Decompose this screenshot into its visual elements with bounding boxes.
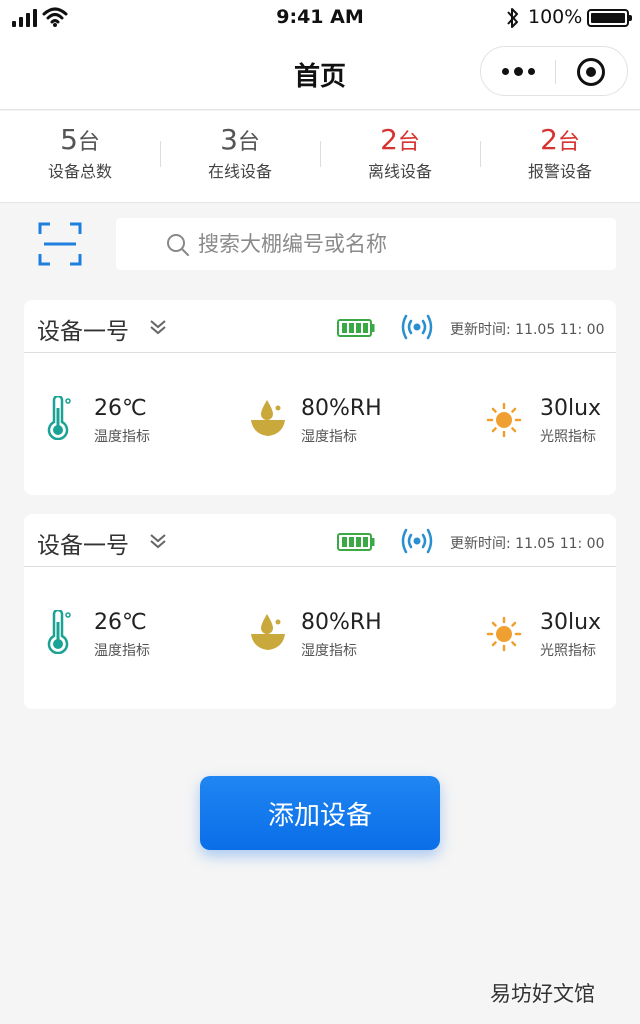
wireless-signal-icon (401, 314, 433, 340)
battery-percentage: 100% (528, 6, 583, 28)
metric-value: 30lux (540, 396, 602, 421)
add-device-button[interactable]: 添加设备 (200, 776, 440, 850)
chevron-double-down-icon[interactable] (148, 317, 168, 337)
nav-bar: 首页 (0, 36, 640, 110)
battery-icon (337, 319, 375, 337)
device-card[interactable]: 设备一号 更新时间: 11.05 11: 00 26℃ 温度指标 80%RH 湿… (24, 514, 616, 709)
metric-value: 26℃ (94, 396, 147, 421)
capsule-divider (555, 60, 556, 84)
stat-total-devices[interactable]: 5台 设备总数 (0, 111, 160, 202)
status-bar: 9:41 AM 100% (0, 0, 640, 36)
search-icon (167, 234, 189, 256)
sun-icon (486, 402, 522, 438)
device-card-header: 设备一号 更新时间: 11.05 11: 00 (24, 514, 616, 567)
metric-value: 80%RH (301, 396, 382, 421)
search-box[interactable] (116, 218, 616, 270)
stat-value: 2台 (380, 123, 420, 156)
sun-icon (486, 616, 522, 652)
stat-value: 5台 (60, 123, 100, 156)
battery-icon (337, 533, 375, 551)
device-card-header: 设备一号 更新时间: 11.05 11: 00 (24, 300, 616, 353)
humidity-drop-icon (251, 400, 285, 436)
device-name: 设备一号 (37, 533, 129, 559)
humidity-drop-icon (251, 614, 285, 650)
update-time: 更新时间: 11.05 11: 00 (450, 536, 605, 552)
metric-label: 温度指标 (94, 643, 150, 659)
stat-value: 2台 (540, 123, 580, 156)
stat-label: 报警设备 (527, 162, 592, 181)
metric-value: 30lux (540, 610, 602, 635)
close-mini-program-button[interactable] (577, 58, 605, 86)
stat-alarm-devices[interactable]: 2台 报警设备 (480, 111, 640, 202)
stat-value: 3台 (220, 123, 260, 156)
metric-value: 80%RH (301, 610, 382, 635)
metric-label: 光照指标 (540, 429, 596, 445)
stat-online-devices[interactable]: 3台 在线设备 (160, 111, 320, 202)
metric-label: 温度指标 (94, 429, 150, 445)
metric-label: 光照指标 (540, 643, 596, 659)
thermometer-icon (47, 396, 71, 440)
update-time: 更新时间: 11.05 11: 00 (450, 322, 605, 338)
watermark: 易坊好文馆 (490, 982, 595, 1006)
search-input[interactable] (198, 218, 598, 270)
mini-program-capsule (480, 46, 628, 96)
chevron-double-down-icon[interactable] (148, 531, 168, 551)
device-card[interactable]: 设备一号 更新时间: 11.05 11: 00 26℃ 温度指标 80%RH 湿… (24, 300, 616, 495)
wireless-signal-icon (401, 528, 433, 554)
thermometer-icon (47, 610, 71, 654)
bluetooth-icon (507, 8, 518, 28)
metric-value: 26℃ (94, 610, 147, 635)
stat-label: 在线设备 (207, 162, 272, 181)
battery-status-icon (587, 9, 632, 27)
metric-label: 湿度指标 (301, 643, 357, 659)
device-stats: 5台 设备总数 3台 在线设备 2台 离线设备 2台 报警设备 (0, 111, 640, 203)
metric-label: 湿度指标 (301, 429, 357, 445)
stat-label: 设备总数 (47, 162, 112, 181)
more-menu-button[interactable] (481, 47, 555, 95)
stat-label: 离线设备 (367, 162, 432, 181)
scan-qr-icon[interactable] (38, 222, 82, 266)
stat-offline-devices[interactable]: 2台 离线设备 (320, 111, 480, 202)
device-name: 设备一号 (37, 319, 129, 345)
